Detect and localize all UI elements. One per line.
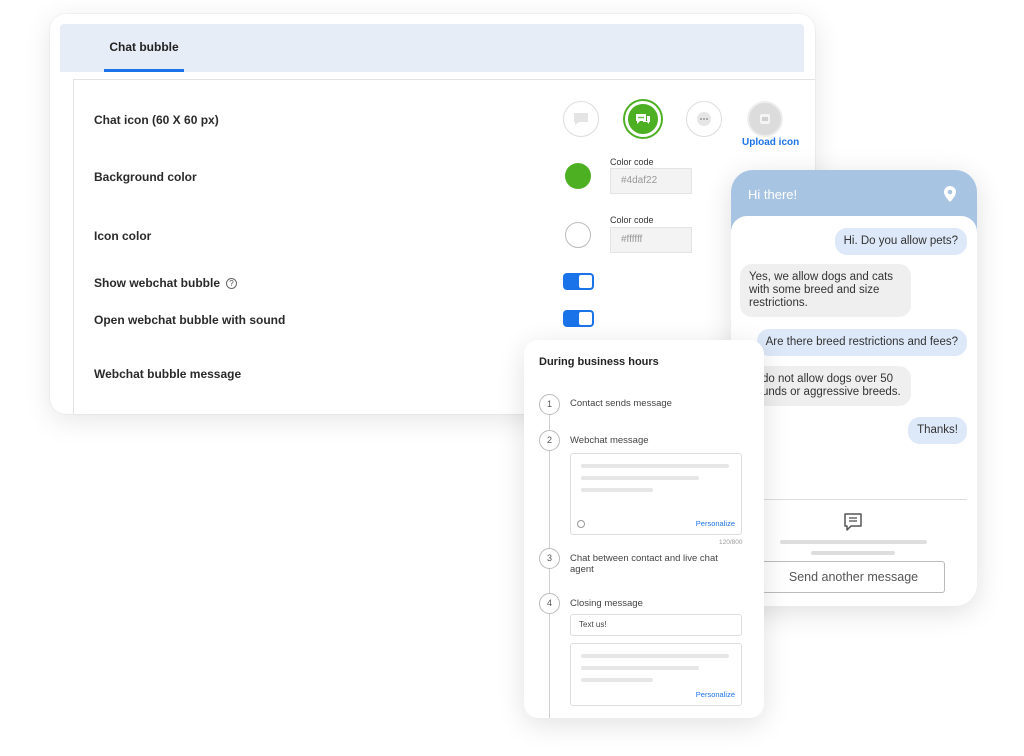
- chat-message: do not allow dogs over 50 unds or aggres…: [753, 366, 911, 406]
- background-color-label: Background color: [94, 170, 197, 184]
- show-webchat-bubble-toggle[interactable]: [563, 273, 594, 290]
- chat-message: Yes, we allow dogs and cats with some br…: [740, 264, 911, 317]
- background-color-code-label: Color code: [610, 157, 654, 167]
- placeholder-line: [581, 678, 653, 682]
- placeholder-line: [811, 551, 895, 555]
- icon-color-swatch[interactable]: [565, 222, 591, 248]
- char-count: 120/800: [719, 539, 743, 546]
- placeholder-line: [581, 654, 729, 658]
- flow-title: During business hours: [539, 356, 659, 368]
- toggle-knob: [579, 312, 592, 325]
- closing-message-input[interactable]: Text us!: [570, 614, 742, 636]
- ellipsis-bubble-icon[interactable]: [686, 101, 722, 137]
- emoji-icon[interactable]: [577, 520, 585, 528]
- placeholder-line: [581, 488, 653, 492]
- step-label: Contact sends message: [570, 398, 672, 409]
- chat-divider: [731, 499, 967, 500]
- show-webchat-bubble-text: Show webchat bubble: [94, 276, 221, 290]
- closing-message-box[interactable]: Personalize: [570, 643, 742, 706]
- personalize-link[interactable]: Personalize: [696, 690, 735, 699]
- step-label: Webchat message: [570, 435, 649, 446]
- send-another-message-button[interactable]: Send another message: [762, 561, 945, 593]
- step-number: 4: [539, 593, 560, 614]
- chat-message: Thanks!: [908, 417, 967, 444]
- chat-header-title: Hi there!: [748, 187, 798, 202]
- chat-bubbles-icon[interactable]: [625, 101, 661, 137]
- step-label: Closing message: [570, 598, 643, 609]
- step-label: Chat between contact and live chat agent: [570, 553, 718, 575]
- personalize-link[interactable]: Personalize: [696, 519, 735, 528]
- location-pin-icon: [944, 186, 956, 202]
- icon-color-label: Icon color: [94, 229, 152, 243]
- upload-icon-link[interactable]: Upload icon: [742, 137, 799, 148]
- placeholder-line: [581, 476, 699, 480]
- placeholder-line: [780, 540, 927, 544]
- chat-icon-label: Chat icon (60 X 60 px): [94, 113, 219, 127]
- background-color-swatch[interactable]: [565, 163, 591, 189]
- icon-color-code-label: Color code: [610, 215, 654, 225]
- sound-label: Open webchat bubble with sound: [94, 313, 286, 327]
- chat-preview-window: Hi there! Hi. Do you allow pets? Yes, we…: [731, 170, 977, 606]
- upload-placeholder-icon[interactable]: [747, 101, 783, 137]
- placeholder-line: [581, 666, 699, 670]
- tab-chat-bubble-label: Chat bubble: [109, 40, 179, 54]
- chat-body: Hi. Do you allow pets? Yes, we allow dog…: [731, 216, 977, 606]
- active-tab-indicator: [104, 69, 184, 72]
- tab-strip: Chat bubble: [60, 24, 804, 72]
- sound-toggle[interactable]: [563, 310, 594, 327]
- message-icon: [844, 513, 862, 531]
- webchat-message-box[interactable]: Personalize: [570, 453, 742, 535]
- step-number: 2: [539, 430, 560, 451]
- background-color-input[interactable]: #4daf22: [610, 168, 692, 194]
- toggle-knob: [579, 275, 592, 288]
- chat-message: Are there breed restrictions and fees?: [756, 329, 967, 356]
- tab-chat-bubble[interactable]: Chat bubble: [104, 24, 184, 72]
- step-number: 1: [539, 394, 560, 415]
- icon-color-input[interactable]: #ffffff: [610, 227, 692, 253]
- webchat-bubble-message-label: Webchat bubble message: [94, 367, 242, 381]
- step-number: 3: [539, 548, 560, 569]
- chat-message: Hi. Do you allow pets?: [834, 228, 967, 255]
- show-webchat-bubble-label: Show webchat bubble?: [94, 276, 238, 290]
- help-icon[interactable]: ?: [226, 278, 238, 289]
- placeholder-line: [581, 464, 729, 468]
- business-hours-flow-panel: During business hours 1 Contact sends me…: [524, 340, 764, 718]
- chat-bubble-light-icon[interactable]: [563, 101, 599, 137]
